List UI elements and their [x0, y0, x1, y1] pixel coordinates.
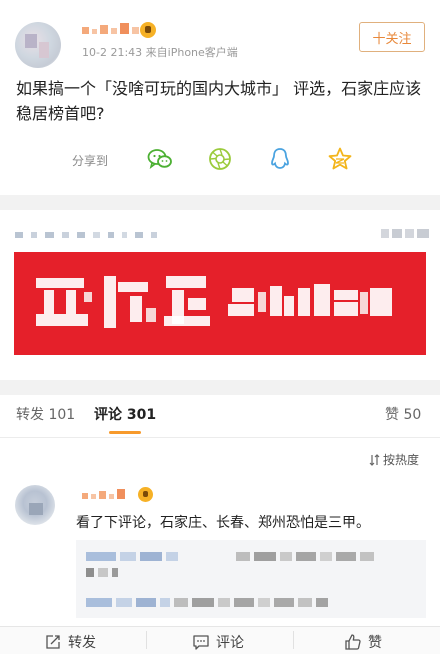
- tab-like[interactable]: 赞 50: [385, 404, 421, 424]
- sort-icon: [369, 453, 380, 466]
- vip-badge-icon: [140, 22, 156, 38]
- card-title-mosaic: [15, 231, 157, 239]
- interaction-tabs: 转发 101 评论 301 赞 50: [0, 395, 440, 437]
- sort-by-hot-button[interactable]: 按热度: [369, 451, 419, 468]
- divider: [0, 437, 440, 438]
- tab-comment-label: 评论: [94, 407, 122, 423]
- author-avatar[interactable]: [15, 22, 61, 68]
- wechat-icon[interactable]: [147, 147, 173, 171]
- post-text: 如果搞一个「没啥可玩的国内大城市」 评选，石家庄应该稳居榜首吧?: [16, 79, 422, 123]
- like-label: 赞: [368, 635, 382, 651]
- post-meta: 10-2 21:43 来自iPhone客户端: [82, 46, 238, 59]
- repost-button[interactable]: 转发: [44, 632, 96, 652]
- comment-text: 看了下评论，石家庄、长春、郑州恐怕是三甲。: [76, 515, 370, 531]
- weibo-post: 10-2 21:43 来自iPhone客户端 十关注 如果搞一个「没啥可玩的国内…: [0, 0, 440, 195]
- tab-repost[interactable]: 转发 101: [16, 404, 75, 424]
- moments-icon[interactable]: [207, 147, 233, 171]
- tab-comment-count: 301: [126, 407, 157, 423]
- share-label: 分享到: [72, 154, 109, 168]
- bottom-action-bar: 转发 评论 赞: [0, 626, 440, 654]
- author-name-mosaic[interactable]: [82, 22, 139, 34]
- active-tab-indicator: [109, 431, 141, 434]
- red-banner-image[interactable]: [14, 252, 426, 355]
- divider: [293, 631, 294, 649]
- commenter-name-mosaic[interactable]: [82, 489, 125, 499]
- commenter-avatar[interactable]: [15, 485, 55, 525]
- comment-button[interactable]: 评论: [192, 632, 244, 652]
- commenter-vip-icon: [138, 487, 153, 502]
- reply-preview-box[interactable]: [76, 540, 426, 618]
- thumbs-up-icon: [345, 634, 361, 650]
- qzone-icon[interactable]: [327, 147, 353, 171]
- tab-repost-count: 101: [48, 407, 76, 423]
- repost-label: 转发: [68, 635, 96, 651]
- tab-comment[interactable]: 评论 301: [94, 404, 156, 424]
- comment-icon: [193, 635, 209, 650]
- qq-icon[interactable]: [267, 147, 293, 171]
- like-button[interactable]: 赞: [344, 632, 382, 652]
- section-separator: [0, 380, 440, 395]
- tab-like-label: 赞: [385, 407, 399, 423]
- card-meta-mosaic: [381, 229, 429, 239]
- section-separator: [0, 195, 440, 210]
- tab-repost-label: 转发: [16, 407, 44, 423]
- sort-label: 按热度: [383, 453, 420, 467]
- follow-button[interactable]: 十关注: [359, 22, 425, 52]
- comment-label: 评论: [216, 635, 244, 651]
- tab-like-count: 50: [403, 407, 422, 423]
- divider: [146, 631, 147, 649]
- repost-icon: [46, 635, 60, 649]
